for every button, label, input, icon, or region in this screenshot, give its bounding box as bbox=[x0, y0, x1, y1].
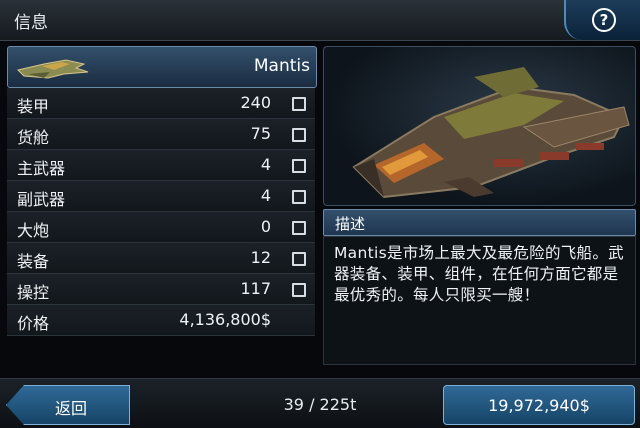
compare-checkbox[interactable] bbox=[292, 159, 306, 173]
help-icon: ? bbox=[592, 8, 616, 32]
compare-checkbox[interactable] bbox=[292, 252, 306, 266]
stat-row-primary-weapon: 主武器 4 bbox=[7, 150, 315, 181]
help-button[interactable]: ? bbox=[564, 0, 640, 40]
stat-value: 75 bbox=[250, 124, 271, 143]
back-label: 返回 bbox=[55, 399, 88, 418]
stat-value: 12 bbox=[250, 248, 271, 267]
stat-row-handling: 操控 117 bbox=[7, 274, 315, 305]
stat-label: 装备 bbox=[17, 252, 50, 271]
money-label: 19,972,940$ bbox=[488, 396, 590, 415]
stat-row-secondary-weapon: 副武器 4 bbox=[7, 181, 315, 212]
stat-value: 117 bbox=[240, 279, 271, 298]
ship-render-icon bbox=[352, 67, 630, 199]
compare-checkbox[interactable] bbox=[292, 190, 306, 204]
stat-value: 4 bbox=[260, 186, 271, 205]
stat-label: 操控 bbox=[17, 283, 50, 302]
compare-checkbox[interactable] bbox=[292, 283, 306, 297]
stat-label: 装甲 bbox=[17, 97, 50, 116]
stat-label: 主武器 bbox=[17, 159, 66, 178]
description-text: Mantis是市场上最大及最危险的飞船。武器装备、装甲、组件，在任何方面它都是最… bbox=[334, 244, 624, 304]
page-title: 信息 bbox=[14, 13, 48, 33]
price-value: 4,136,800$ bbox=[179, 310, 271, 329]
compare-checkbox[interactable] bbox=[292, 221, 306, 235]
compare-checkbox[interactable] bbox=[292, 97, 306, 111]
ship-image-panel bbox=[323, 46, 636, 206]
description-box: Mantis是市场上最大及最危险的飞船。武器装备、装甲、组件，在任何方面它都是最… bbox=[323, 236, 636, 365]
stat-label: 副武器 bbox=[17, 190, 66, 209]
stat-row-equipment: 装备 12 bbox=[7, 243, 315, 274]
stat-value: 0 bbox=[260, 217, 271, 236]
money-button[interactable]: 19,972,940$ bbox=[443, 385, 635, 425]
stat-label: 货舱 bbox=[17, 128, 50, 147]
top-bar: 信息 ? bbox=[0, 0, 640, 41]
stat-row-price: 价格 4,136,800$ bbox=[7, 305, 315, 336]
description-header: 描述 bbox=[323, 209, 636, 236]
ship-name: Mantis bbox=[253, 56, 310, 76]
cargo-capacity: 39 / 225t bbox=[283, 395, 357, 414]
stat-row-armor: 装甲 240 bbox=[7, 88, 315, 119]
back-button[interactable]: 返回 bbox=[6, 385, 130, 425]
compare-checkbox[interactable] bbox=[292, 128, 306, 142]
stat-value: 4 bbox=[260, 155, 271, 174]
ship-header: Mantis bbox=[7, 46, 317, 88]
ship-thumbnail-icon bbox=[17, 59, 89, 79]
stat-row-cannon: 大炮 0 bbox=[7, 212, 315, 243]
stat-label: 大炮 bbox=[17, 221, 50, 240]
description-title: 描述 bbox=[335, 215, 366, 233]
stat-value: 240 bbox=[240, 93, 271, 112]
price-label: 价格 bbox=[17, 314, 50, 333]
stat-row-cargo: 货舱 75 bbox=[7, 119, 315, 150]
